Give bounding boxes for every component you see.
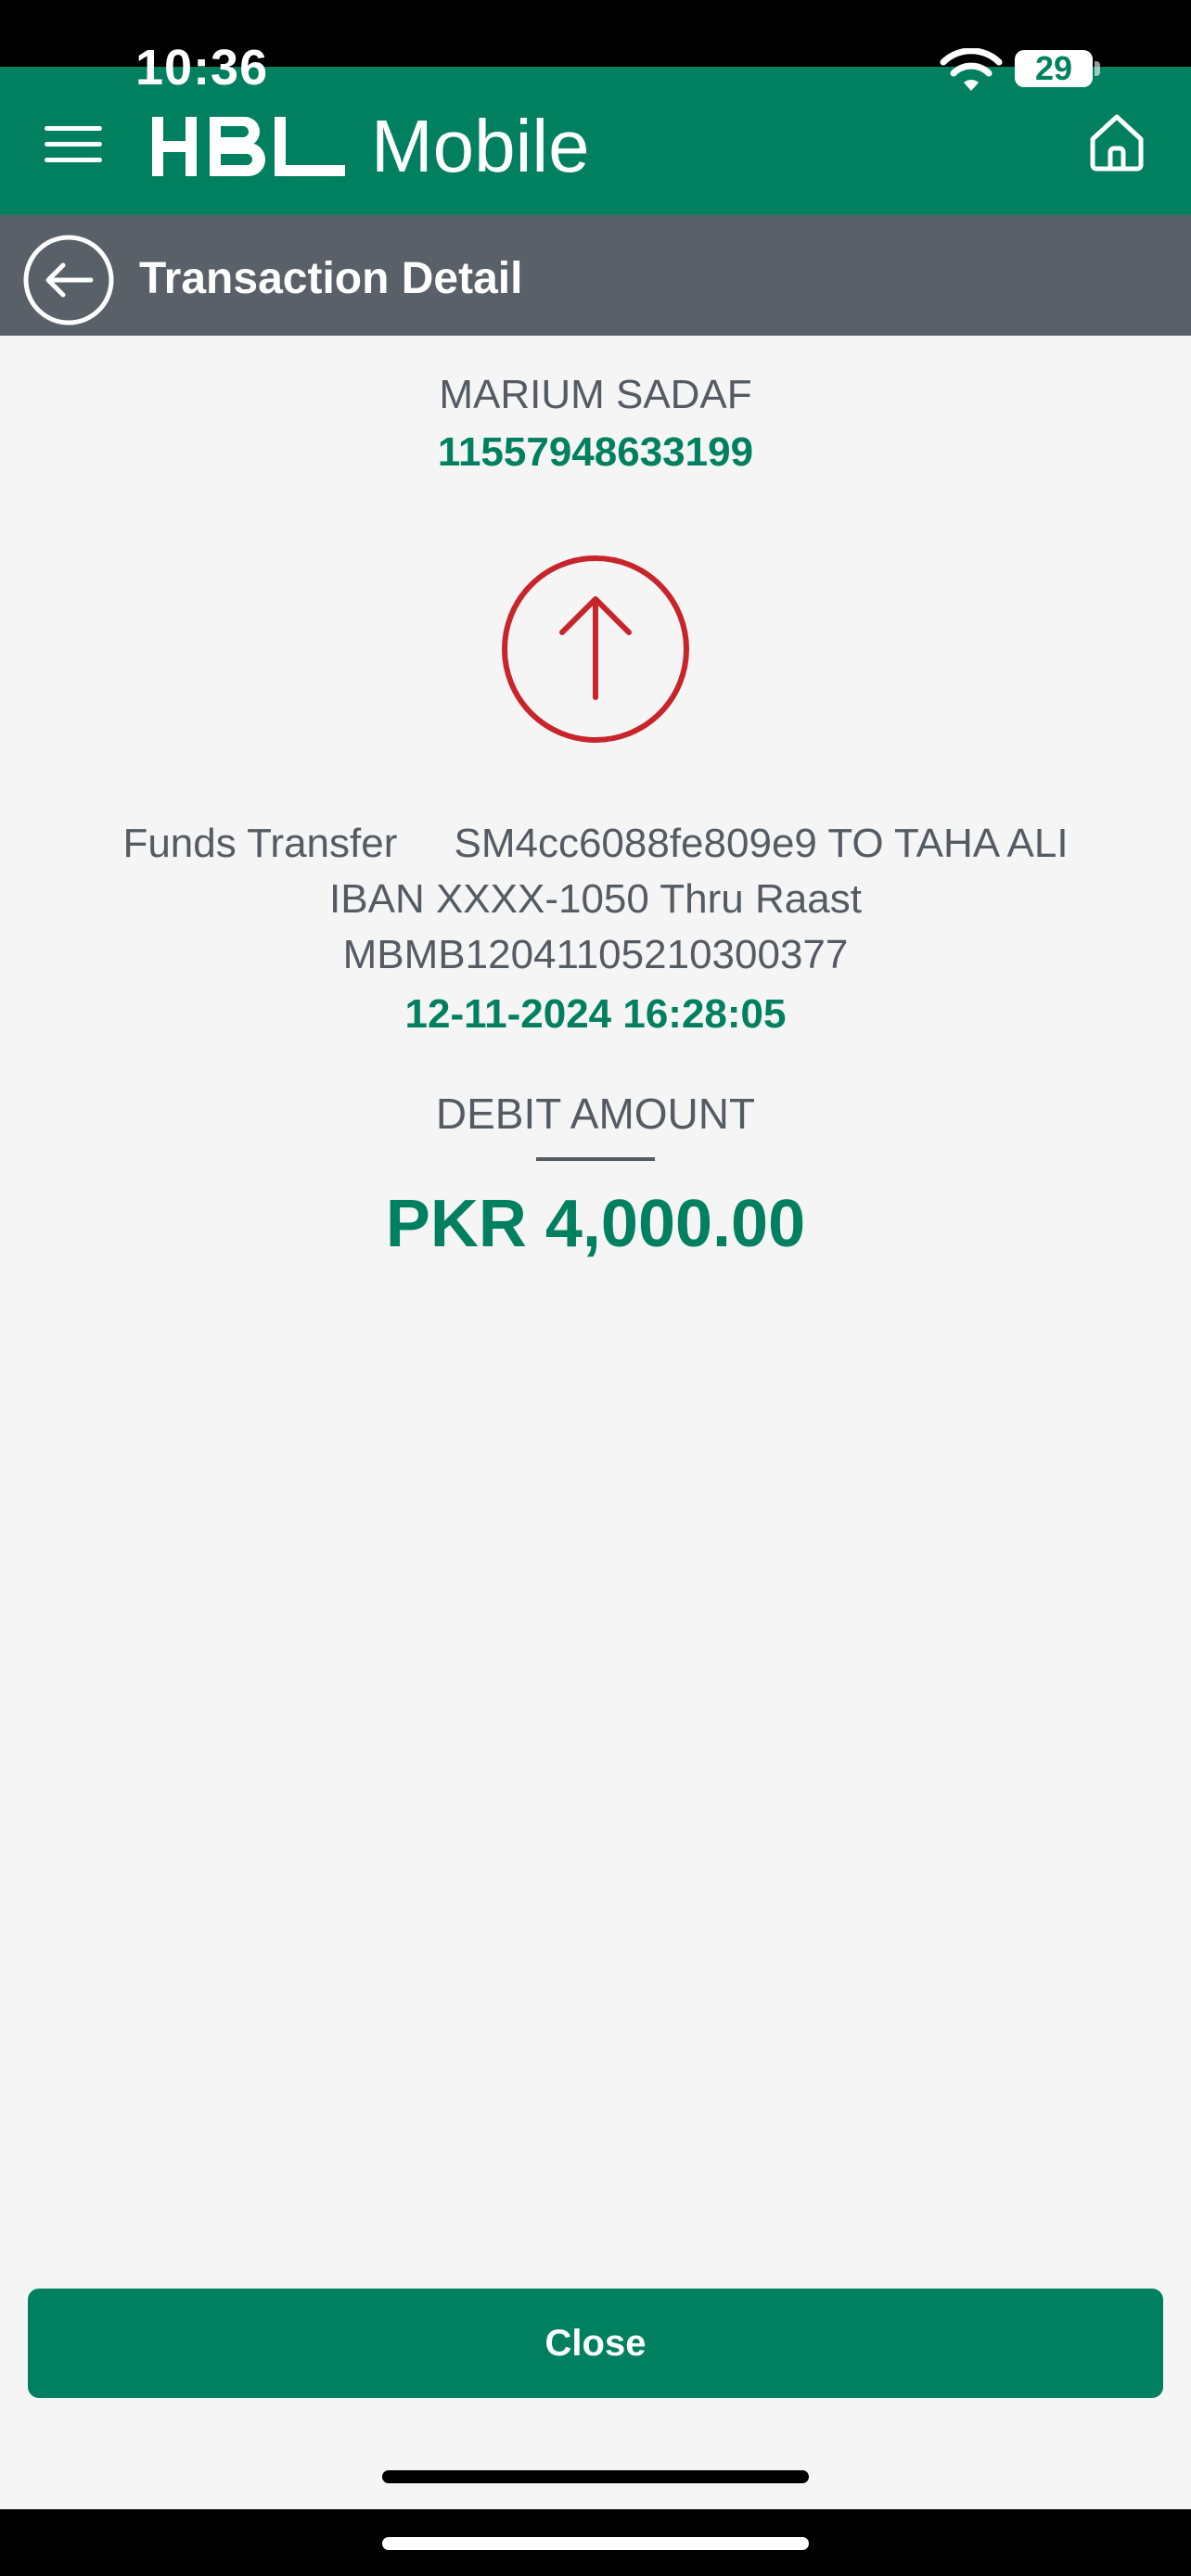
close-button[interactable]: Close: [28, 2289, 1163, 2398]
transaction-timestamp: 12-11-2024 16:28:05: [404, 991, 787, 1037]
account-number: 11557948633199: [437, 429, 754, 475]
description-line: IBAN XXXX-1050 Thru Raast: [329, 876, 862, 922]
logo-text: Mobile: [371, 105, 590, 187]
arrow-up-circle-icon: [502, 555, 689, 743]
amount-divider: [536, 1157, 655, 1161]
transaction-description: Funds Transfer SM4cc6088fe809e9 TO TAHA …: [37, 816, 1154, 983]
account-name: MARIUM SADAF: [439, 372, 752, 417]
description-line: Funds Transfer SM4cc6088fe809e9 TO TAHA …: [122, 821, 1069, 866]
hamburger-menu-icon[interactable]: [45, 124, 104, 165]
battery-tip: [1095, 61, 1100, 76]
description-line: MBMB12041105210300377: [342, 932, 849, 977]
amount-label: DEBIT AMOUNT: [435, 1090, 756, 1138]
status-time: 10:36: [135, 40, 269, 96]
wifi-icon: [940, 48, 1003, 91]
home-indicator: [382, 2537, 809, 2550]
home-indicator: [382, 2470, 809, 2483]
transaction-detail-screen: 10:36 29 Mobile Transaction Detail MARIU…: [0, 0, 1191, 2576]
amount-value: PKR 4,000.00: [385, 1187, 806, 1261]
hbl-mobile-logo: Mobile: [148, 104, 590, 189]
hbl-logo-mark: [152, 117, 345, 176]
back-button[interactable]: [22, 234, 115, 326]
home-icon[interactable]: [1085, 111, 1148, 172]
page-title: Transaction Detail: [139, 254, 523, 303]
battery-icon: 29: [1015, 50, 1093, 87]
